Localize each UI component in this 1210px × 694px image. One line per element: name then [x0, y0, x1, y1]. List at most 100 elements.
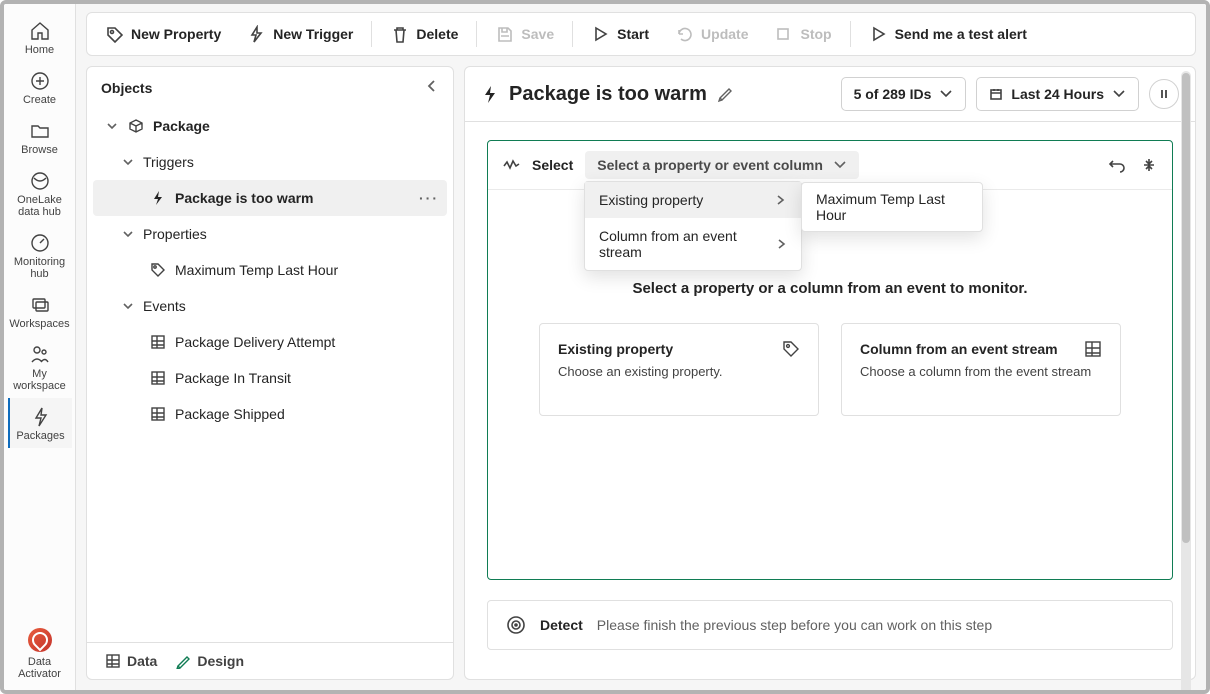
select-choices: Existing property Choose an existing pro…	[488, 323, 1172, 432]
collapse-panel-button[interactable]	[425, 79, 439, 96]
nav-workspaces[interactable]: Workspaces	[8, 286, 72, 336]
tree-trigger-item-label: Package is too warm	[175, 190, 314, 206]
table-icon	[105, 653, 121, 669]
time-selector-label: Last 24 Hours	[1011, 86, 1104, 102]
play-icon	[869, 25, 887, 43]
menu-column-stream-label: Column from an event stream	[599, 228, 776, 260]
toolbar-delete-label: Delete	[416, 26, 458, 42]
nav-monitoring-label: Monitoring hub	[8, 256, 72, 280]
edit-icon[interactable]	[717, 85, 735, 103]
menu-existing-property-label: Existing property	[599, 192, 703, 208]
nav-onelake[interactable]: OneLake data hub	[8, 162, 72, 224]
select-dropdown-label: Select a property or event column	[597, 157, 823, 173]
select-step-label: Select	[532, 157, 573, 173]
tree-item-more-button[interactable]: ···	[419, 190, 439, 206]
onelake-icon	[29, 170, 51, 192]
collapse-icon[interactable]	[1140, 156, 1158, 174]
nav-monitoring[interactable]: Monitoring hub	[8, 224, 72, 286]
tree-property-item[interactable]: Maximum Temp Last Hour	[93, 252, 447, 288]
pause-button[interactable]	[1149, 79, 1179, 109]
choice-column-stream[interactable]: Column from an event stream Choose a col…	[841, 323, 1121, 416]
nav-create[interactable]: Create	[8, 62, 72, 112]
select-dropdown[interactable]: Select a property or event column	[585, 151, 859, 179]
nav-packages[interactable]: Packages	[8, 398, 72, 448]
tree-triggers[interactable]: Triggers	[93, 144, 447, 180]
toolbar-start[interactable]: Start	[579, 16, 661, 52]
delete-icon	[390, 25, 408, 43]
plus-circle-icon	[29, 70, 51, 92]
chevron-down-icon	[121, 228, 135, 240]
tree-event-item[interactable]: Package Shipped	[93, 396, 447, 432]
chevron-right-icon	[776, 238, 787, 250]
content-split: Objects Package Triggers	[76, 56, 1206, 690]
tab-design[interactable]: Design	[175, 653, 244, 669]
tree-event-item[interactable]: Package In Transit	[93, 360, 447, 396]
refresh-icon	[675, 25, 693, 43]
toolbar-delete[interactable]: Delete	[378, 16, 470, 52]
undo-icon[interactable]	[1108, 156, 1126, 174]
play-icon	[591, 25, 609, 43]
submenu-max-temp-label: Maximum Temp Last Hour	[816, 191, 945, 223]
select-dropdown-menu: Existing property Column from an event s…	[584, 181, 802, 271]
tree-events[interactable]: Events	[93, 288, 447, 324]
toolbar-new-trigger-label: New Trigger	[273, 26, 353, 42]
nav-myworkspace[interactable]: My workspace	[8, 336, 72, 398]
toolbar-new-trigger[interactable]: New Trigger	[235, 16, 365, 52]
choice-title-row: Existing property	[558, 340, 800, 358]
tree-package[interactable]: Package	[93, 108, 447, 144]
scrollbar-thumb[interactable]	[1182, 73, 1190, 543]
time-selector[interactable]: Last 24 Hours	[976, 77, 1139, 111]
table-icon	[149, 333, 167, 351]
select-step-card: Select Select a property or event column	[487, 140, 1173, 580]
toolbar-start-label: Start	[617, 26, 649, 42]
ids-selector-label: 5 of 289 IDs	[854, 86, 932, 102]
data-activator-icon	[28, 628, 52, 652]
nav-home[interactable]: Home	[8, 12, 72, 62]
bolt-icon	[247, 25, 265, 43]
main-area: New Property New Trigger Delete Save	[76, 4, 1206, 690]
menu-existing-property[interactable]: Existing property	[585, 182, 801, 218]
tree-properties[interactable]: Properties	[93, 216, 447, 252]
tree-package-label: Package	[153, 118, 210, 134]
choice-column-desc: Choose a column from the event stream	[860, 364, 1102, 379]
choice-column-title: Column from an event stream	[860, 341, 1058, 357]
submenu-max-temp[interactable]: Maximum Temp Last Hour	[801, 182, 983, 232]
tag-icon	[149, 261, 167, 279]
left-rail: Home Create Browse OneLake data hub Moni…	[4, 4, 76, 690]
bolt-icon	[149, 189, 167, 207]
tree-trigger-item[interactable]: Package is too warm ···	[93, 180, 447, 216]
nav-workspaces-label: Workspaces	[9, 318, 69, 330]
home-icon	[29, 20, 51, 42]
toolbar-new-property[interactable]: New Property	[93, 16, 233, 52]
gauge-icon	[29, 232, 51, 254]
wave-icon	[502, 156, 520, 174]
nav-browse-label: Browse	[21, 144, 58, 156]
objects-header: Objects	[87, 67, 453, 108]
nav-packages-label: Packages	[16, 430, 64, 442]
tab-data[interactable]: Data	[105, 653, 157, 669]
folder-icon	[29, 120, 51, 142]
tree-event-item-label: Package Shipped	[175, 406, 285, 422]
scrollbar[interactable]	[1181, 71, 1191, 690]
save-icon	[495, 25, 513, 43]
workspaces-icon	[29, 294, 51, 316]
toolbar-update-label: Update	[701, 26, 748, 42]
nav-data-activator[interactable]: Data Activator	[8, 620, 72, 686]
tree-event-item-label: Package In Transit	[175, 370, 291, 386]
tag-icon	[105, 25, 123, 43]
toolbar-send-test[interactable]: Send me a test alert	[857, 16, 1039, 52]
editor-title: Package is too warm	[481, 83, 735, 106]
choice-existing-property[interactable]: Existing property Choose an existing pro…	[539, 323, 819, 416]
toolbar-divider	[850, 21, 851, 47]
chevron-down-icon	[939, 87, 953, 101]
toolbar-save-label: Save	[521, 26, 554, 42]
chevron-down-icon	[105, 120, 119, 132]
ids-selector[interactable]: 5 of 289 IDs	[841, 77, 967, 111]
tree-event-item[interactable]: Package Delivery Attempt	[93, 324, 447, 360]
nav-browse[interactable]: Browse	[8, 112, 72, 162]
menu-column-stream[interactable]: Column from an event stream	[585, 218, 801, 270]
table-icon	[149, 405, 167, 423]
calendar-icon	[989, 87, 1003, 101]
nav-da-label: Data Activator	[8, 656, 72, 680]
table-icon	[149, 369, 167, 387]
